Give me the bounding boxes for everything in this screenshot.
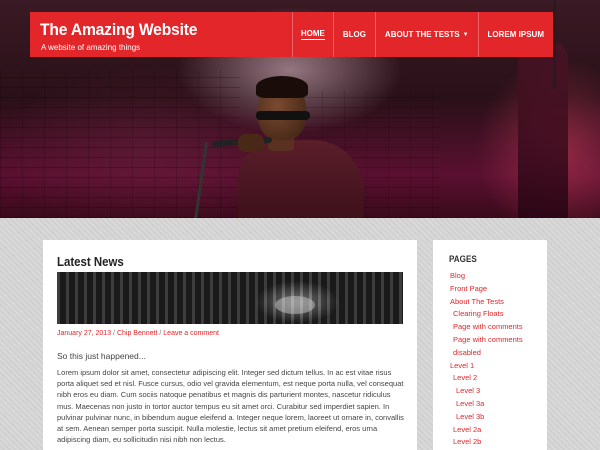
sidebar-page-link[interactable]: Level 3a: [450, 398, 542, 411]
sidebar-page-link[interactable]: Page with comments: [450, 321, 542, 334]
main-content: Latest News January 27, 2013 / Chip Benn…: [43, 240, 417, 450]
sidebar-page-link[interactable]: Level 3b: [450, 411, 542, 424]
singer-hand: [238, 134, 264, 152]
site-header-bar: The Amazing Website A website of amazing…: [30, 12, 553, 57]
site-title[interactable]: The Amazing Website: [40, 20, 197, 40]
nav-item-lorem-ipsum[interactable]: Lorem Ipsum: [477, 12, 553, 57]
nav-item-blog[interactable]: Blog: [332, 12, 375, 57]
sidebar-page-link[interactable]: Level 3: [450, 385, 542, 398]
nav-item-about-the-tests[interactable]: About The Tests ▼: [374, 12, 478, 57]
nav-item-home[interactable]: Home: [291, 12, 333, 57]
post-meta: January 27, 2013 / Chip Bennett / Leave …: [57, 330, 219, 337]
widget-title: Pages: [449, 254, 477, 264]
post-date-link[interactable]: January 27, 2013: [57, 330, 111, 337]
singer-hair: [256, 76, 308, 98]
leave-comment-link[interactable]: Leave a comment: [163, 330, 219, 337]
nav-item-label: Blog: [342, 30, 366, 39]
section-title: Latest News: [57, 254, 124, 269]
post-author-link[interactable]: Chip Bennett: [117, 330, 157, 337]
sidebar-page-link[interactable]: Blog: [450, 270, 542, 283]
sidebar-page-link[interactable]: Page with comments: [450, 334, 542, 347]
nav-item-label: Lorem Ipsum: [487, 30, 544, 39]
sidebar-page-link[interactable]: Front Page: [450, 283, 542, 296]
featured-image[interactable]: [57, 272, 403, 324]
main-nav: Home Blog About The Tests ▼ Lorem Ipsum: [291, 12, 553, 57]
background-performer: [518, 40, 568, 218]
sunglasses: [256, 111, 310, 120]
sidebar-page-link[interactable]: Clearing Floats: [450, 308, 542, 321]
post-lead: So this just happened...: [57, 351, 146, 361]
sidebar-page-link[interactable]: Level 2a: [450, 424, 542, 437]
stage-pole: [553, 0, 556, 90]
nav-item-label: Home: [300, 29, 325, 40]
sidebar-page-link[interactable]: disabled: [450, 347, 542, 360]
post-body: Lorem ipsum dolor sit amet, consectetur …: [57, 368, 404, 445]
chevron-down-icon: ▼: [462, 31, 469, 38]
site-description: A website of amazing things: [41, 43, 141, 52]
sidebar: Pages Blog Front Page About The Tests Cl…: [433, 240, 547, 450]
sidebar-page-link[interactable]: Level 1: [450, 360, 542, 373]
sidebar-page-link[interactable]: About The Tests: [450, 296, 542, 309]
nav-item-label: About The Tests: [384, 30, 460, 39]
guitar-shape: [275, 296, 315, 314]
pages-list: Blog Front Page About The Tests Clearing…: [450, 270, 542, 449]
sidebar-page-link[interactable]: Level 2b: [450, 436, 542, 449]
sidebar-page-link[interactable]: Level 2: [450, 372, 542, 385]
